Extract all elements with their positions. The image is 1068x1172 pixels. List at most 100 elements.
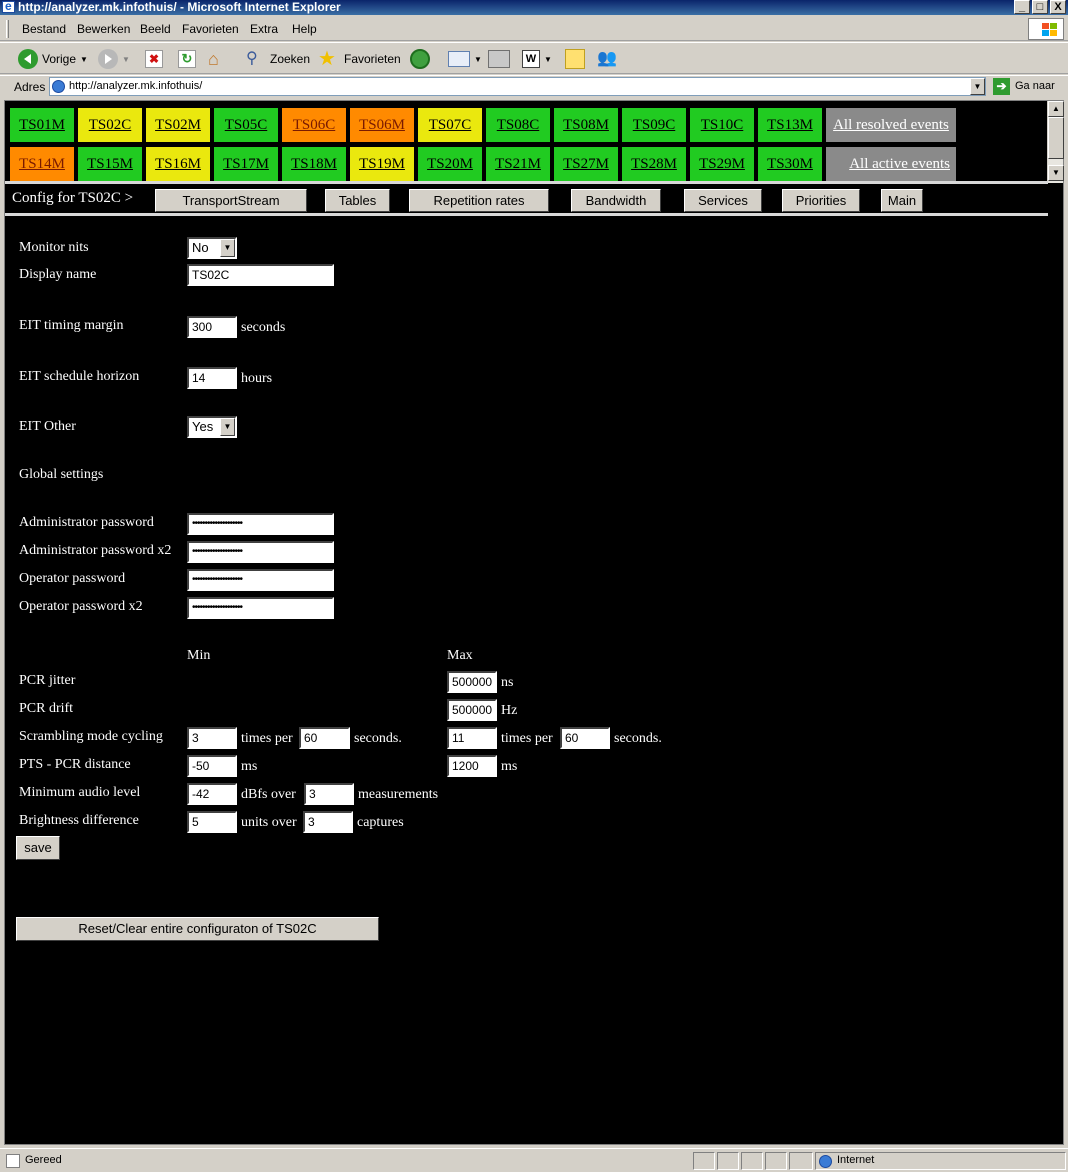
scrambling-min-per-input[interactable]: 60	[299, 727, 350, 749]
ts-tile[interactable]: TS29M	[690, 147, 754, 181]
scroll-thumb[interactable]	[1048, 117, 1064, 159]
admin-password-input[interactable]: ••••••••••••••••••••	[187, 513, 334, 535]
audio-level-min-input[interactable]: -42	[187, 783, 237, 805]
ts-tile[interactable]: TS27M	[554, 147, 618, 181]
nav-bandwidth-button[interactable]: Bandwidth	[571, 189, 661, 212]
maximize-button[interactable]: □	[1032, 0, 1048, 14]
nav-tables-button[interactable]: Tables	[325, 189, 390, 212]
eit-schedule-horizon-label: EIT schedule horizon	[19, 369, 140, 384]
ts-tile[interactable]: TS28M	[622, 147, 686, 181]
brightness-over-input[interactable]: 3	[303, 811, 353, 833]
back-dropdown-icon[interactable]: ▼	[80, 55, 88, 64]
menu-help[interactable]: Help	[292, 22, 317, 36]
ts-tile[interactable]: TS08M	[554, 108, 618, 142]
forward-dropdown-icon[interactable]: ▼	[122, 55, 130, 64]
ts-tile[interactable]: TS19M	[350, 147, 414, 181]
nav-main-button[interactable]: Main	[881, 189, 923, 212]
ts-tile[interactable]: TS17M	[214, 147, 278, 181]
pts-pcr-min-input[interactable]: -50	[187, 755, 237, 777]
operator-password-input[interactable]: ••••••••••••••••••••	[187, 569, 334, 591]
ts-tile[interactable]: TS15M	[78, 147, 142, 181]
ts-tile[interactable]: TS06M	[350, 108, 414, 142]
ts-tile[interactable]: TS16M	[146, 147, 210, 181]
pts-pcr-max-input[interactable]: 1200	[447, 755, 497, 777]
ts-tile[interactable]: TS18M	[282, 147, 346, 181]
scroll-down-icon[interactable]: ▼	[1048, 165, 1064, 181]
scrambling-min-seconds: seconds.	[354, 731, 402, 746]
history-button[interactable]	[410, 47, 430, 71]
ts-tile[interactable]: TS08C	[486, 108, 550, 142]
menu-beeld[interactable]: Beeld	[140, 22, 171, 36]
nav-services-button[interactable]: Services	[684, 189, 762, 212]
save-button[interactable]: save	[16, 836, 60, 860]
all-active-events-link[interactable]: All active events	[826, 147, 956, 181]
menu-extra[interactable]: Extra	[250, 22, 278, 36]
mail-dropdown-icon[interactable]: ▼	[474, 55, 482, 64]
nav-repetition-rates-button[interactable]: Repetition rates	[409, 189, 549, 212]
ts-tile[interactable]: TS30M	[758, 147, 822, 181]
admin-password-label: Administrator password	[19, 515, 154, 530]
operator-password-confirm-input[interactable]: ••••••••••••••••••••	[187, 597, 334, 619]
nav-transportstream-button[interactable]: TransportStream	[155, 189, 307, 212]
close-button[interactable]: X	[1050, 0, 1066, 14]
go-arrow-icon[interactable]: ➔	[993, 78, 1010, 95]
discuss-button[interactable]	[565, 47, 585, 71]
brightness-min-input[interactable]: 5	[187, 811, 237, 833]
ts-tile[interactable]: TS06C	[282, 108, 346, 142]
ts-tile[interactable]: TS21M	[486, 147, 550, 181]
forward-button[interactable]: ▼	[98, 47, 130, 71]
scroll-up-icon[interactable]: ▲	[1048, 101, 1064, 117]
menu-bewerken[interactable]: Bewerken	[77, 22, 130, 36]
pts-pcr-distance-label: PTS - PCR distance	[19, 757, 131, 772]
pts-pcr-min-unit: ms	[241, 759, 258, 774]
admin-password-confirm-input[interactable]: ••••••••••••••••••••	[187, 541, 334, 563]
eit-other-select[interactable]: Yes ▼	[187, 416, 237, 438]
eit-schedule-horizon-input[interactable]: 14	[187, 367, 237, 389]
eit-timing-margin-input[interactable]: 300	[187, 316, 237, 338]
ts-tile[interactable]: TS07C	[418, 108, 482, 142]
vertical-scrollbar[interactable]: ▲ ▼	[1047, 101, 1064, 183]
ts-tile[interactable]: TS10C	[690, 108, 754, 142]
nav-priorities-button[interactable]: Priorities	[782, 189, 860, 212]
pcr-jitter-max-input[interactable]: 500000	[447, 671, 497, 693]
scrambling-max-per-input[interactable]: 60	[560, 727, 610, 749]
ts-tile[interactable]: TS20M	[418, 147, 482, 181]
pcr-drift-max-input[interactable]: 500000	[447, 699, 497, 721]
stop-button[interactable]: ✖	[145, 47, 163, 71]
home-button[interactable]: ⌂	[208, 47, 230, 71]
ts-tile[interactable]: TS02C	[78, 108, 142, 142]
menu-bestand[interactable]: Bestand	[22, 22, 66, 36]
refresh-button[interactable]: ↻	[178, 47, 196, 71]
ts-tile[interactable]: TS14M	[10, 147, 74, 181]
go-button[interactable]: Ga naar	[1015, 80, 1055, 92]
favorites-button[interactable]: ★ Favorieten	[318, 47, 401, 71]
ts-tile[interactable]: TS13M	[758, 108, 822, 142]
menu-favorieten[interactable]: Favorieten	[182, 22, 239, 36]
ts-tile[interactable]: TS09C	[622, 108, 686, 142]
home-icon: ⌂	[208, 49, 219, 69]
address-input[interactable]: http://analyzer.mk.infothuis/ ▼	[49, 77, 986, 96]
search-button[interactable]: ⚲ Zoeken	[246, 47, 310, 71]
mail-button[interactable]: ▼	[448, 47, 482, 71]
pts-pcr-max-unit: ms	[501, 759, 518, 774]
monitor-nits-select[interactable]: No ▼	[187, 237, 237, 259]
print-button[interactable]	[488, 47, 510, 71]
minimize-button[interactable]: _	[1014, 0, 1030, 14]
brightness-over-label: units over	[241, 815, 297, 830]
edit-button[interactable]: W ▼	[522, 47, 552, 71]
ts-tile[interactable]: TS02M	[146, 108, 210, 142]
reset-config-button[interactable]: Reset/Clear entire configuraton of TS02C	[16, 917, 379, 941]
address-dropdown-icon[interactable]: ▼	[970, 78, 985, 95]
edit-dropdown-icon[interactable]: ▼	[544, 55, 552, 64]
audio-level-over-input[interactable]: 3	[304, 783, 354, 805]
scrambling-max-times-input[interactable]: 11	[447, 727, 497, 749]
divider-top	[5, 181, 1048, 184]
divider-bottom	[5, 213, 1048, 216]
ts-tile[interactable]: TS05C	[214, 108, 278, 142]
display-name-input[interactable]: TS02C	[187, 264, 334, 286]
ts-tile[interactable]: TS01M	[10, 108, 74, 142]
scrambling-min-times-input[interactable]: 3	[187, 727, 237, 749]
back-button[interactable]: Vorige ▼	[18, 47, 88, 71]
messenger-button[interactable]: 👥	[597, 47, 619, 71]
all-resolved-events-link[interactable]: All resolved events	[826, 108, 956, 142]
